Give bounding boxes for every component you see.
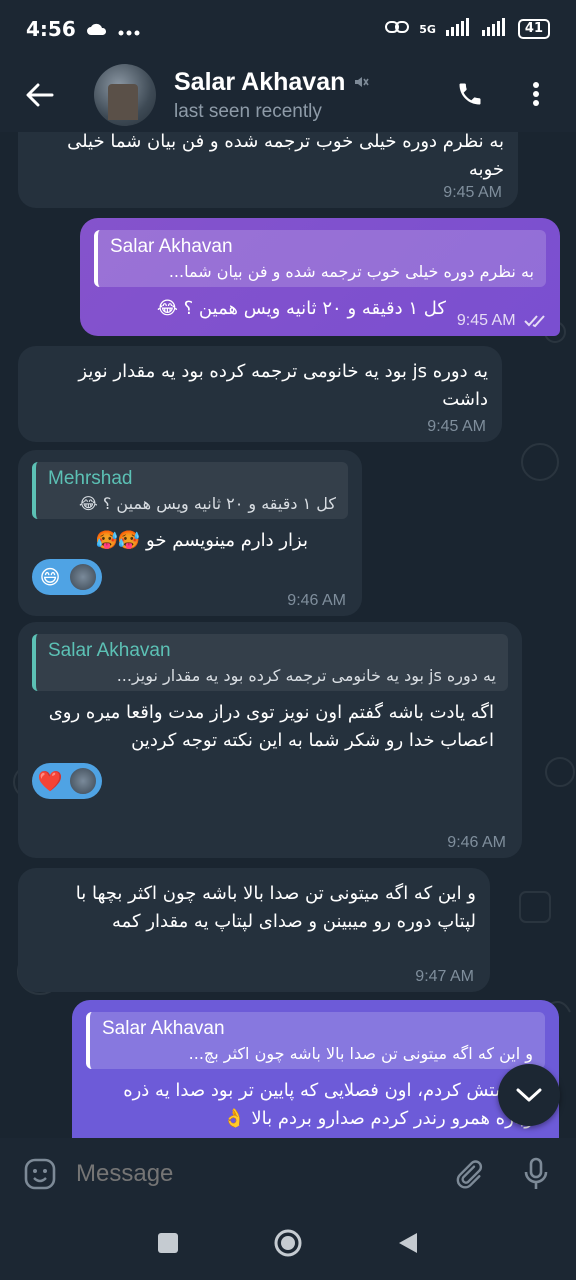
call-button[interactable] <box>448 72 492 116</box>
message-composer <box>0 1138 576 1210</box>
reply-text: یه دوره js بود یه خانومی ترجمه کرده بود … <box>116 666 496 685</box>
message-text: بزار دارم مینویسم خو 🥵🥵 <box>95 530 308 551</box>
more-vert-icon <box>533 82 539 106</box>
message-bubble[interactable]: به نظرم دوره خیلی خوب ترجمه شده و فن بیا… <box>18 132 518 208</box>
back-arrow-icon <box>26 83 54 107</box>
reply-sender: Salar Akhavan <box>110 236 233 257</box>
triangle-back-icon <box>399 1233 417 1253</box>
reply-sender: Salar Akhavan <box>48 640 171 661</box>
message-bubble[interactable]: Salar Akhavan به نظرم دوره خیلی خوب ترجم… <box>80 218 560 336</box>
chat-title-block[interactable]: Salar Akhavan last seen recently <box>174 67 370 123</box>
mute-icon <box>355 77 370 87</box>
emoji-icon <box>24 1158 56 1190</box>
cloud-icon <box>86 17 108 41</box>
attach-button[interactable] <box>448 1154 488 1194</box>
network-type: 5G <box>419 22 436 36</box>
phone-icon <box>459 83 481 105</box>
message-bubble[interactable]: و این که اگه میتونی تن صدا بالا باشه چون… <box>18 868 490 992</box>
last-seen-status: last seen recently <box>174 100 322 122</box>
back-nav-button[interactable] <box>397 1231 419 1259</box>
message-text: و این که اگه میتونی تن صدا بالا باشه چون… <box>75 883 476 932</box>
message-time: 9:46 AM <box>287 592 346 609</box>
message-time: 9:45 AM <box>456 312 516 329</box>
reply-preview[interactable]: Mehrshad کل ۱ دقیقه و ۲۰ ثانیه ویس همین … <box>32 462 348 519</box>
message-time: 9:45 AM <box>427 418 486 435</box>
message-text: یه دوره js بود یه خانومی ترجمه کرده بود … <box>78 361 488 410</box>
attach-icon <box>456 1160 483 1189</box>
system-nav-bar <box>0 1210 576 1280</box>
reaction-pill[interactable]: 😄 <box>32 559 102 595</box>
message-bubble[interactable]: یه دوره js بود یه خانومی ترجمه کرده بود … <box>18 346 502 442</box>
status-time: 4:56 <box>26 17 76 41</box>
double-check-icon <box>524 315 545 328</box>
chat-messages-area[interactable]: به نظرم دوره خیلی خوب ترجمه شده و فن بیا… <box>0 132 576 1138</box>
home-button[interactable] <box>273 1228 303 1262</box>
message-bubble[interactable]: Mehrshad کل ۱ دقیقه و ۲۰ ثانیه ویس همین … <box>18 450 362 616</box>
message-input[interactable] <box>76 1160 448 1188</box>
avatar[interactable] <box>94 64 156 126</box>
mic-icon <box>524 1157 548 1189</box>
status-bar: 4:56 5G 41 <box>0 0 576 58</box>
reaction-avatar <box>68 562 98 592</box>
contact-name: Salar Akhavan <box>174 67 346 96</box>
reply-text: به نظرم دوره خیلی خوب ترجمه شده و فن بیا… <box>168 262 534 281</box>
emoji-button[interactable] <box>20 1154 60 1194</box>
message-time: 9:45 AM <box>443 184 502 201</box>
reply-sender: Salar Akhavan <box>102 1018 225 1039</box>
message-time: 9:47 AM <box>415 968 474 985</box>
signal-icon <box>445 18 472 40</box>
message-text: به نظرم دوره خیلی خوب ترجمه شده و فن بیا… <box>67 132 504 180</box>
reaction-emoji: ❤️ <box>37 769 63 793</box>
home-circle-icon <box>274 1229 302 1257</box>
recents-button[interactable] <box>157 1232 179 1258</box>
message-text: اگه یادت باشه گفتم اون نویز توی دراز مدت… <box>48 702 494 751</box>
battery-level: 41 <box>517 19 550 39</box>
reply-preview[interactable]: Salar Akhavan یه دوره js بود یه خانومی ت… <box>32 634 508 691</box>
message-bubble[interactable]: Salar Akhavan و این که اگه میتونی تن صدا… <box>72 1000 559 1138</box>
reaction-pill[interactable]: ❤️ <box>32 763 102 799</box>
voice-record-button[interactable] <box>516 1154 556 1194</box>
message-bubble[interactable]: Salar Akhavan یه دوره js بود یه خانومی ت… <box>18 622 522 858</box>
message-time: 9:46 AM <box>447 834 506 851</box>
link-icon <box>385 20 410 38</box>
reply-text: کل ۱ دقیقه و ۲۰ ثانیه ویس همین ؟ 😂 <box>79 494 336 513</box>
message-text: و درستش کردم، اون فصلایی که پایین تر بود… <box>123 1080 541 1129</box>
reply-sender: Mehrshad <box>48 468 133 489</box>
scroll-to-bottom-button[interactable] <box>498 1064 560 1126</box>
reaction-avatar <box>68 766 98 796</box>
reaction-emoji: 😄 <box>39 565 61 589</box>
more-notifications-icon <box>118 17 140 41</box>
reply-text: و این که اگه میتونی تن صدا بالا باشه چون… <box>188 1044 533 1063</box>
chat-header: Salar Akhavan last seen recently <box>0 58 576 132</box>
square-icon <box>158 1233 178 1253</box>
reply-preview[interactable]: Salar Akhavan و این که اگه میتونی تن صدا… <box>86 1012 545 1069</box>
more-options-button[interactable] <box>514 72 558 116</box>
chevron-down-icon <box>516 1088 542 1102</box>
signal-icon-2 <box>481 18 508 40</box>
back-button[interactable] <box>0 58 80 132</box>
reply-preview[interactable]: Salar Akhavan به نظرم دوره خیلی خوب ترجم… <box>94 230 546 287</box>
